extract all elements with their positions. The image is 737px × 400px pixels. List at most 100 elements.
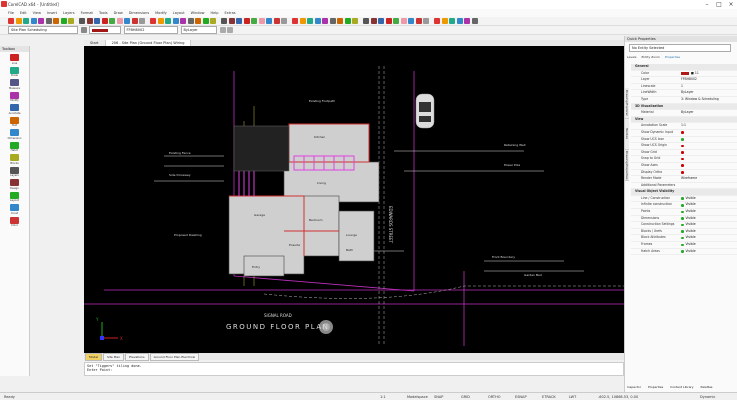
- tool-blocks[interactable]: Blocks: [0, 154, 29, 165]
- property-section[interactable]: View: [631, 116, 737, 124]
- property-value[interactable]: ByLayer: [681, 110, 737, 116]
- toolbar-icon[interactable]: [45, 18, 52, 24]
- property-value[interactable]: [681, 150, 737, 156]
- panel-subtab[interactable]: Properties: [665, 55, 680, 59]
- panel-bottom-tab[interactable]: Content Library: [670, 385, 693, 389]
- sheet-tab[interactable]: Ground Floor Plan Electrical: [149, 352, 200, 361]
- property-row[interactable]: Show Grid: [631, 150, 737, 157]
- toolbar-icon[interactable]: [150, 18, 156, 24]
- toolbar-icon[interactable]: [400, 18, 407, 24]
- property-row[interactable]: Type 3: Window & Scheduling: [631, 97, 737, 104]
- property-row[interactable]: Snap to Grid: [631, 156, 737, 163]
- property-row[interactable]: LineWidth ByLayer: [631, 90, 737, 97]
- toolbar-icon[interactable]: [30, 18, 37, 24]
- property-value[interactable]: [681, 156, 737, 162]
- toolbar-icon[interactable]: [139, 18, 145, 24]
- tool-design[interactable]: Design: [0, 179, 29, 190]
- linetype-combo[interactable]: ByLayer: [180, 26, 217, 34]
- menu-item-file[interactable]: File: [8, 11, 14, 15]
- toolbar-icon[interactable]: [299, 18, 306, 24]
- menu-item-edit[interactable]: Edit: [20, 11, 27, 15]
- toolbar-icon[interactable]: [471, 18, 478, 24]
- property-value[interactable]: Visible: [681, 229, 737, 235]
- property-section[interactable]: 3D Visualization: [631, 103, 737, 111]
- toolbar-icon[interactable]: [221, 18, 227, 24]
- toolbar-icon[interactable]: [15, 18, 22, 24]
- style-combo[interactable]: Site Plan Scheduling: [8, 26, 78, 34]
- toolbar-icon[interactable]: [243, 18, 250, 24]
- toolbar-icon[interactable]: [187, 18, 194, 24]
- sheet-tab[interactable]: Site Plan: [103, 352, 125, 361]
- status-toggle[interactable]: 1:1: [380, 395, 386, 399]
- property-row[interactable]: Hatch Areas Visible: [631, 249, 737, 256]
- status-toggle[interactable]: ESNAP: [515, 395, 527, 399]
- color-combo[interactable]: [88, 26, 121, 34]
- property-row[interactable]: Frames Visible: [631, 242, 737, 249]
- property-section[interactable]: Visual Object Visibility: [631, 189, 737, 196]
- menu-item-format[interactable]: Format: [81, 11, 93, 15]
- property-value[interactable]: Visible: [681, 235, 737, 241]
- toolbar-icon[interactable]: [273, 18, 280, 24]
- toolbar-icon[interactable]: [109, 18, 115, 24]
- property-row[interactable]: Layer FFBH8002: [631, 77, 737, 84]
- tool-color[interactable]: Color: [0, 216, 29, 227]
- status-toggle[interactable]: GRID: [461, 395, 470, 399]
- toolbar-icon[interactable]: [456, 18, 463, 24]
- panel-vertical-tab[interactable]: Drawing Explorer: [625, 88, 629, 119]
- panel-bottom-tab[interactable]: Inspector: [627, 385, 641, 389]
- toolbar-icon[interactable]: [202, 18, 209, 24]
- toolbar-icon[interactable]: [101, 18, 108, 24]
- sheet-tab[interactable]: Elevations: [125, 352, 149, 361]
- property-value[interactable]: Visible: [681, 242, 737, 248]
- menu-item-tools[interactable]: Tools: [99, 11, 108, 15]
- property-row[interactable]: Material ByLayer: [631, 110, 737, 117]
- toolbar-icon[interactable]: [251, 18, 257, 24]
- menu-item-view[interactable]: View: [33, 11, 41, 15]
- tool-draw[interactable]: Draw: [0, 66, 29, 77]
- property-value[interactable]: [681, 170, 737, 176]
- tool-modify[interactable]: Modify: [0, 91, 29, 102]
- toolbar-icon[interactable]: [228, 18, 235, 24]
- status-dynamic[interactable]: Dynamic: [700, 395, 715, 399]
- property-value[interactable]: Visible: [681, 222, 737, 228]
- toolbar-icon[interactable]: [370, 18, 377, 24]
- entity-dropdown[interactable]: No Entity Selected: [629, 44, 731, 52]
- toolbar-icon[interactable]: [23, 18, 29, 24]
- toolbar-icon[interactable]: [124, 18, 130, 24]
- property-row[interactable]: Show UCS Origin: [631, 143, 737, 150]
- status-toggle[interactable]: ETRACK: [542, 395, 556, 399]
- property-section[interactable]: General: [631, 64, 737, 71]
- toolbar-icon[interactable]: [172, 18, 179, 24]
- menu-item-dimensions[interactable]: Dimensions: [129, 11, 149, 15]
- tool-hatch[interactable]: Hatch: [0, 141, 29, 152]
- panel-vertical-tab[interactable]: Toolbox: [625, 119, 629, 150]
- tool-measure[interactable]: Measure: [0, 79, 29, 90]
- property-row[interactable]: Color ■ 11: [631, 71, 737, 78]
- drawing-canvas[interactable]: Kitchen Living Garage Bedroom Lounge Ens…: [84, 46, 624, 353]
- property-value[interactable]: Visible: [681, 209, 737, 215]
- layer-combo[interactable]: FFBH8002: [123, 26, 178, 34]
- toolbar-icon[interactable]: [266, 18, 272, 24]
- command-prompt[interactable]: Enter Point:: [87, 368, 621, 372]
- property-value[interactable]: Visible: [681, 249, 737, 255]
- panel-subtab[interactable]: Levels: [627, 55, 636, 59]
- lineweight-icon[interactable]: [219, 27, 226, 33]
- property-value[interactable]: 1: [681, 84, 737, 90]
- status-toggle[interactable]: Modelspace: [407, 395, 428, 399]
- status-toggle[interactable]: SNAP: [434, 395, 443, 399]
- toolbar-icon[interactable]: [337, 18, 343, 24]
- property-row[interactable]: Points Visible: [631, 209, 737, 216]
- toolbar-icon[interactable]: [86, 18, 93, 24]
- toolbar-icon[interactable]: [434, 18, 440, 24]
- property-value[interactable]: [681, 183, 737, 189]
- sheet-tab[interactable]: Model: [85, 352, 103, 361]
- menu-item-layout[interactable]: Layout: [173, 11, 185, 15]
- property-row[interactable]: Construction Settings Visible: [631, 222, 737, 229]
- toolbar-icon[interactable]: [292, 18, 298, 24]
- panel-subtab[interactable]: Entity Zoom: [641, 55, 659, 59]
- property-value[interactable]: Visible: [681, 216, 737, 222]
- toolbar-icon[interactable]: [236, 18, 242, 24]
- tool-annotate[interactable]: Annotate: [0, 104, 29, 115]
- toolbar-icon[interactable]: [378, 18, 384, 24]
- tool-layers[interactable]: Layers: [0, 166, 29, 177]
